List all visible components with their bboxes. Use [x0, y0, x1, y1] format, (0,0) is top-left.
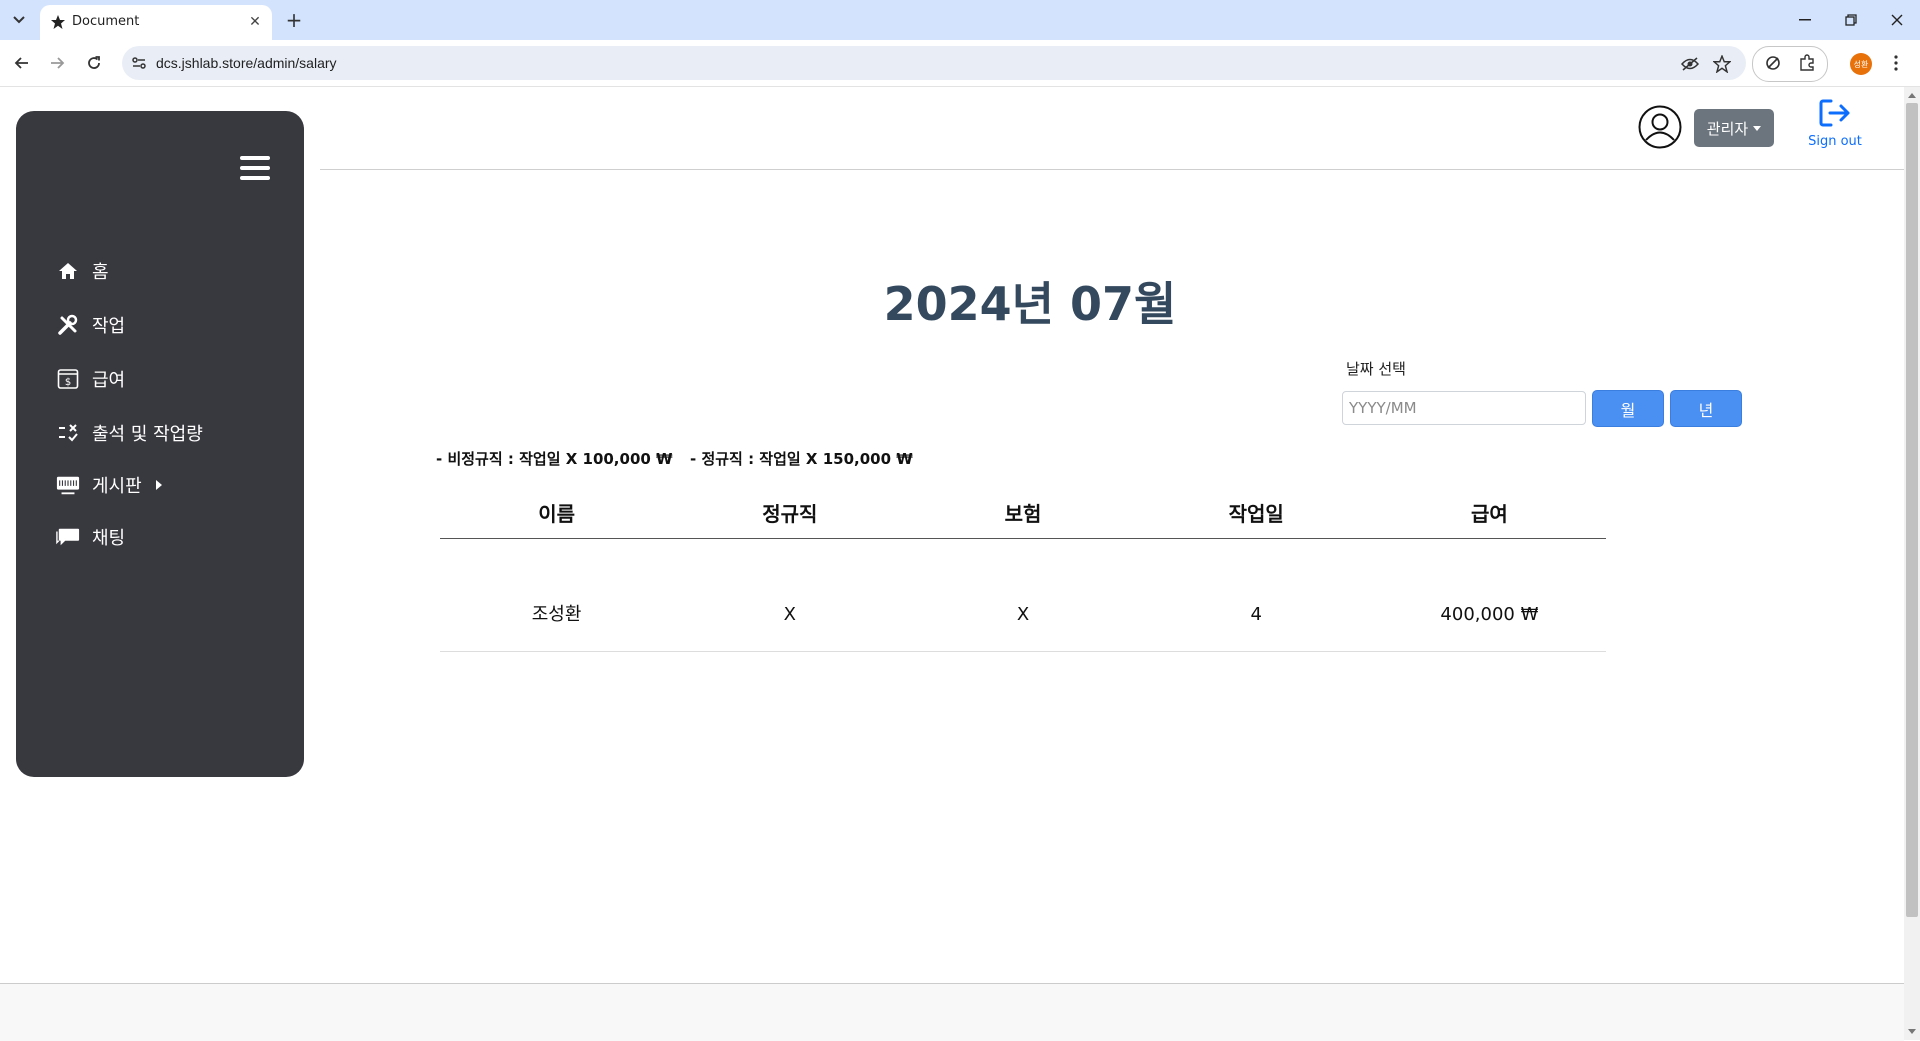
scrollbar-thumb[interactable]: [1906, 103, 1918, 917]
sidebar-item-chat[interactable]: 채팅: [56, 521, 125, 553]
browser-toolbar: dcs.jshlab.store/admin/salary 성환: [0, 40, 1920, 87]
header-divider: [320, 169, 1904, 170]
tab-title: Document: [72, 14, 140, 29]
restore-button[interactable]: [1838, 8, 1864, 32]
reload-icon: [88, 56, 100, 69]
column-header-workdays: 작업일: [1228, 502, 1284, 526]
arrow-right-icon: [51, 57, 65, 69]
cell-salary: 400,000 ₩: [1440, 604, 1539, 625]
vertical-scrollbar[interactable]: [1904, 87, 1920, 1040]
url-text: dcs.jshlab.store/admin/salary: [156, 55, 337, 71]
rate-note-contract: - 비정규직 : 작업일 X 100,000 ₩: [436, 450, 673, 468]
scroll-down-icon[interactable]: [1908, 1029, 1916, 1034]
table-row: 조성환 X X 4 400,000 ₩: [440, 539, 1606, 652]
chevron-down-icon: [13, 16, 25, 24]
column-header-salary: 급여: [1471, 502, 1508, 526]
reload-button[interactable]: [82, 51, 106, 75]
salary-table: 이름 정규직 보험 작업일 급여 조성환 X X 4 400,000 ₩: [440, 490, 1606, 652]
signout-label: Sign out: [1808, 134, 1862, 149]
chat-icon: [56, 525, 80, 549]
restore-icon: [1845, 14, 1857, 26]
window-close-button[interactable]: [1884, 8, 1910, 32]
close-icon[interactable]: ✕: [246, 13, 264, 31]
sidebar-item-label: 출석 및 작업량: [92, 424, 203, 445]
user-avatar-icon[interactable]: [1638, 105, 1682, 149]
page-title: 2024년 07월: [883, 277, 1177, 331]
table-header: 이름 정규직 보험 작업일 급여: [440, 490, 1606, 539]
eye-off-icon[interactable]: [1680, 54, 1700, 74]
rate-note-regular: - 정규직 : 작업일 X 150,000 ₩: [690, 450, 913, 468]
signout-icon: [1819, 99, 1850, 127]
address-bar[interactable]: dcs.jshlab.store/admin/salary: [122, 46, 1746, 80]
forward-button[interactable]: [45, 51, 69, 75]
year-button[interactable]: 년: [1670, 390, 1742, 427]
sidebar-item-label: 게시판: [92, 476, 142, 497]
profile-avatar[interactable]: 성환: [1850, 53, 1872, 75]
sidebar-item-attendance[interactable]: 출석 및 작업량: [56, 417, 203, 449]
cell-insurance: X: [1016, 604, 1030, 625]
arrow-left-icon: [14, 57, 28, 69]
site-settings-icon[interactable]: [130, 54, 148, 72]
column-header-regular: 정규직: [762, 502, 818, 526]
cell-workdays: 4: [1250, 604, 1262, 625]
extensions-group: [1752, 46, 1828, 82]
date-input[interactable]: [1342, 391, 1586, 425]
tab-search-button[interactable]: [6, 8, 32, 32]
caret-down-icon: [1753, 125, 1762, 131]
browser-tab-bar: Document ✕ +: [0, 0, 1920, 40]
back-button[interactable]: [10, 51, 34, 75]
page-footer: [0, 983, 1904, 1041]
svg-text:$: $: [65, 377, 71, 388]
browser-tab[interactable]: Document ✕: [40, 5, 272, 40]
date-picker-label: 날짜 선택: [1346, 360, 1406, 378]
bookmark-star-icon[interactable]: [1712, 54, 1732, 74]
cell-regular: X: [783, 604, 796, 625]
sync-icon[interactable]: [1763, 53, 1783, 73]
attendance-icon: [56, 421, 80, 445]
star-icon: [51, 15, 65, 29]
hamburger-menu-icon[interactable]: [240, 156, 270, 182]
sidebar-item-label: 급여: [92, 370, 126, 391]
minimize-icon: [1799, 19, 1811, 21]
month-button[interactable]: 월: [1592, 390, 1664, 427]
minimize-button[interactable]: [1792, 8, 1818, 32]
sidebar-item-salary[interactable]: $ 급여: [56, 363, 125, 395]
more-menu-icon[interactable]: [1886, 52, 1906, 74]
salary-icon: $: [56, 367, 80, 391]
role-dropdown-button[interactable]: 관리자: [1694, 109, 1774, 147]
signout-button[interactable]: Sign out: [1800, 98, 1870, 158]
new-tab-button[interactable]: +: [282, 8, 306, 32]
cell-name: 조성환: [531, 604, 582, 625]
column-header-name: 이름: [538, 502, 575, 526]
close-icon: [1891, 14, 1903, 26]
column-header-insurance: 보험: [1004, 502, 1042, 526]
caret-right-icon: [155, 480, 162, 490]
sidebar: 홈 작업 $ 급여 출석 및 작업량 게시판 채팅: [16, 111, 304, 777]
board-icon: [56, 473, 80, 497]
puzzle-icon[interactable]: [1797, 53, 1817, 73]
sidebar-item-label: 채팅: [92, 528, 126, 549]
scroll-up-icon[interactable]: [1908, 93, 1916, 98]
sidebar-item-board[interactable]: 게시판: [56, 469, 162, 501]
role-label: 관리자: [1706, 119, 1749, 138]
